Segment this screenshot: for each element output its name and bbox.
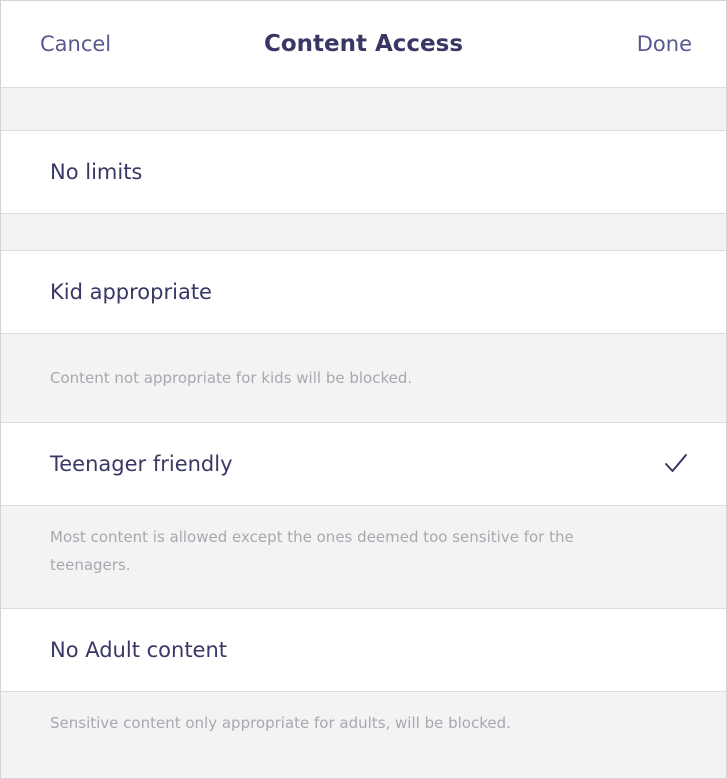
option-kid-appropriate[interactable]: Kid appropriate [1, 250, 726, 334]
option-label: No limits [50, 160, 143, 184]
option-description: Content not appropriate for kids will be… [1, 334, 726, 422]
section-spacer [1, 214, 726, 250]
option-no-adult-content[interactable]: No Adult content [1, 608, 726, 692]
option-description: Sensitive content only appropriate for a… [1, 692, 726, 778]
option-label: Teenager friendly [50, 452, 233, 476]
content-access-screen: Cancel Content Access Done No limits Kid… [0, 0, 727, 779]
option-label: No Adult content [50, 638, 228, 662]
cancel-button[interactable]: Cancel [40, 1, 111, 87]
option-label: Kid appropriate [50, 280, 212, 304]
option-teenager-friendly[interactable]: Teenager friendly [1, 422, 726, 506]
checkmark-icon [665, 454, 687, 472]
option-no-limits[interactable]: No limits [1, 130, 726, 214]
navigation-bar: Cancel Content Access Done [1, 1, 726, 88]
done-button[interactable]: Done [637, 1, 692, 87]
section-spacer [1, 88, 726, 130]
option-description: Most content is allowed except the ones … [1, 506, 726, 608]
